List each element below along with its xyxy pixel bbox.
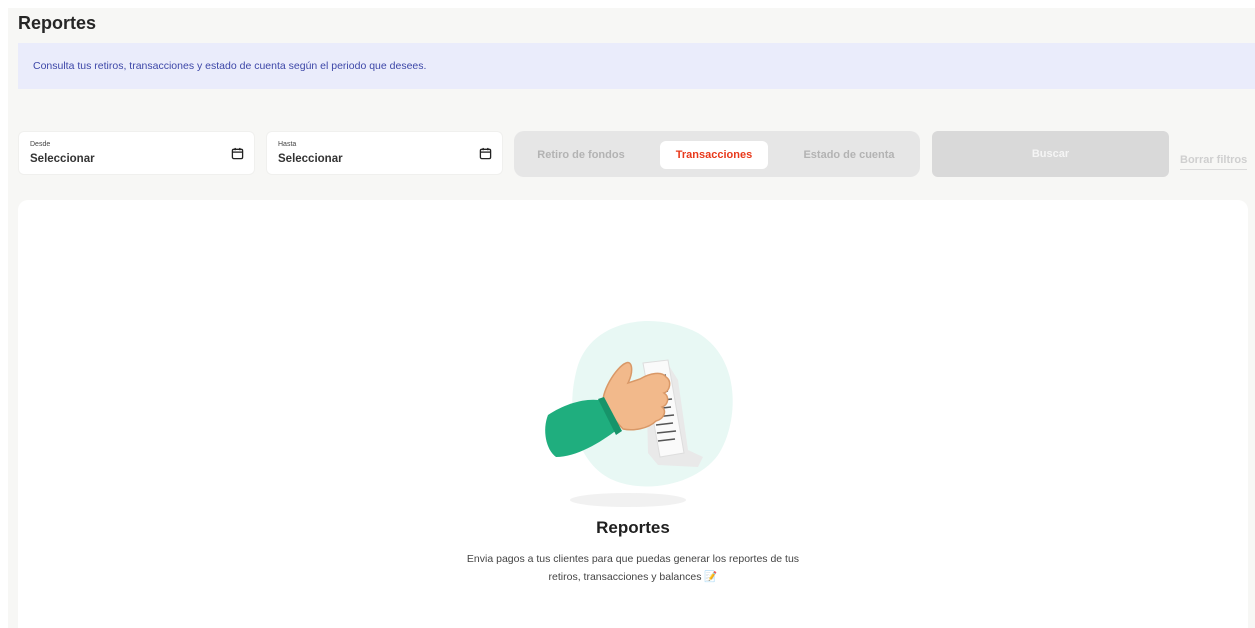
report-type-selector: Retiro de fondos Transacciones Estado de…: [514, 131, 920, 177]
empty-state-title: Reportes: [596, 518, 670, 537]
search-button[interactable]: Buscar: [932, 131, 1169, 177]
date-from-value: Seleccionar: [30, 153, 95, 165]
info-banner: Consulta tus retiros, transacciones y es…: [18, 43, 1255, 89]
date-to-label: Hasta: [278, 141, 297, 148]
page-title: Reportes: [18, 13, 97, 33]
memo-emoji-icon: 📝: [704, 571, 718, 583]
empty-state-description: Envia pagos a tus clientes para que pued…: [433, 550, 833, 586]
empty-state-line-1: Envia pagos a tus clientes para que pued…: [466, 553, 800, 565]
empty-state-line-2-text: retiros, transacciones y balances: [548, 571, 702, 583]
tab-estado-de-cuenta[interactable]: Estado de cuenta: [794, 141, 904, 169]
date-from-label: Desde: [30, 141, 51, 148]
reports-page: Reportes Consulta tus retiros, transacci…: [8, 8, 1255, 628]
tab-transacciones[interactable]: Transacciones: [660, 141, 768, 169]
date-from-field[interactable]: Desde Seleccionar: [18, 131, 255, 175]
date-to-field[interactable]: Hasta Seleccionar: [266, 131, 503, 175]
empty-state-card: Reportes Envia pagos a tus clientes para…: [18, 200, 1248, 628]
date-to-value: Seleccionar: [278, 153, 343, 165]
clear-filters-link[interactable]: Borrar filtros: [1180, 154, 1248, 170]
info-banner-text: Consulta tus retiros, transacciones y es…: [33, 60, 427, 72]
empty-state-line-2: retiros, transacciones y balances 📝: [433, 568, 833, 586]
calendar-icon[interactable]: [479, 147, 492, 160]
calendar-icon[interactable]: [231, 147, 244, 160]
hand-holding-receipt-illustration: [545, 321, 733, 507]
tab-retiro-de-fondos[interactable]: Retiro de fondos: [528, 141, 634, 169]
